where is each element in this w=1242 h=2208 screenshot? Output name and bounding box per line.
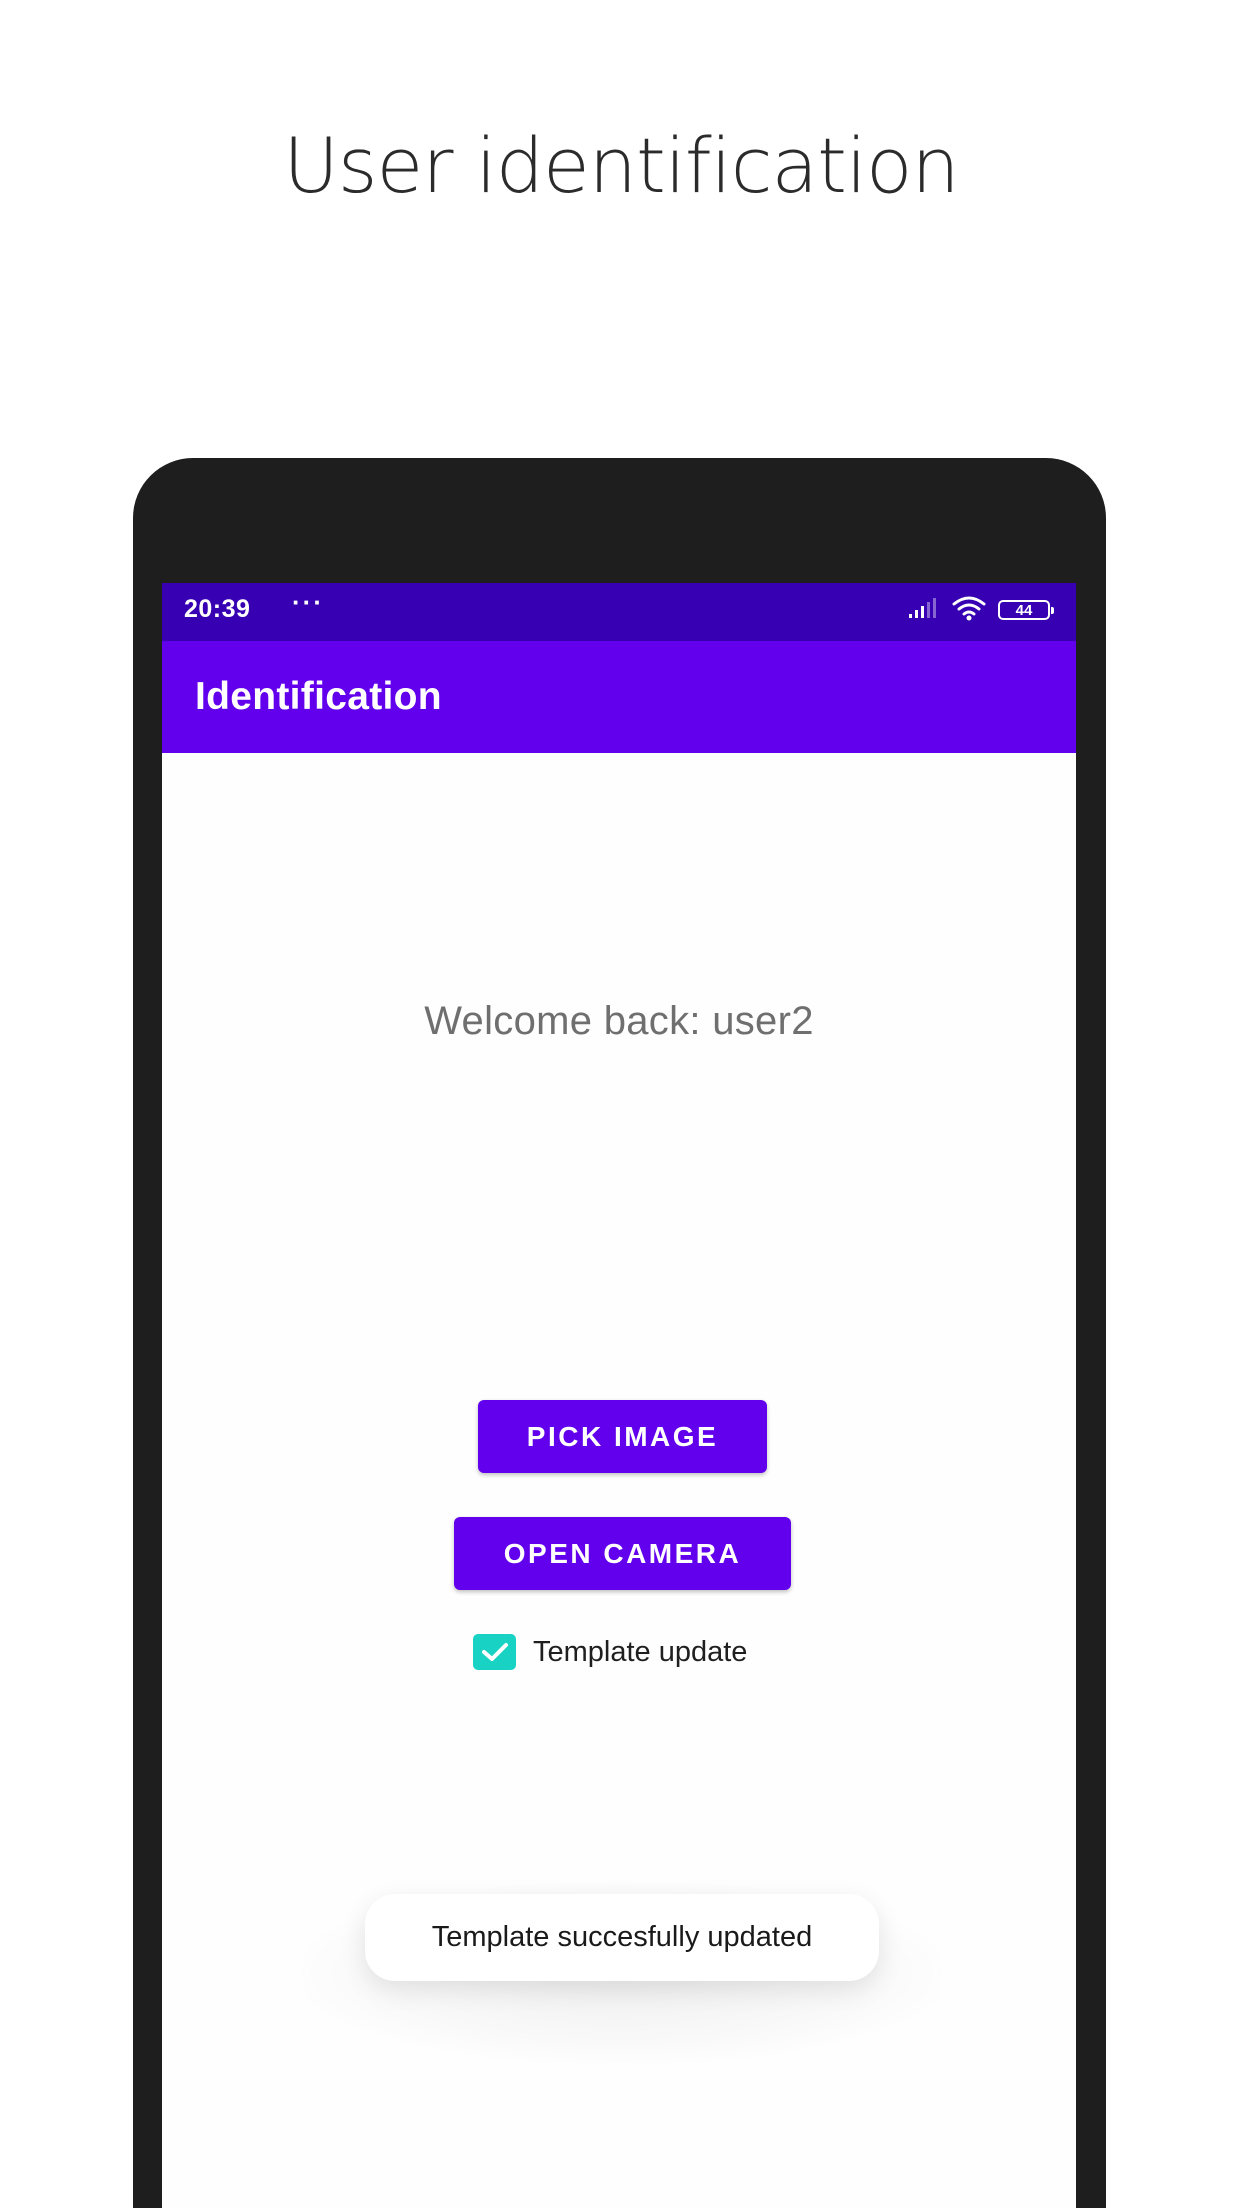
- app-bar-title: Identification: [195, 675, 442, 718]
- notification-dots: ···: [292, 587, 324, 617]
- wifi-icon: [952, 595, 986, 625]
- app-bar: Identification: [162, 641, 1076, 753]
- status-time: 20:39: [184, 595, 251, 623]
- toast-message: Template succesfully updated: [365, 1894, 879, 1981]
- signal-icon: [908, 597, 940, 623]
- pick-image-button[interactable]: PICK IMAGE: [478, 1400, 767, 1473]
- phone-screen: 20:39 ··· 44 Identification Welcome back…: [162, 583, 1076, 2208]
- welcome-text: Welcome back: user2: [424, 999, 814, 1043]
- template-update-row[interactable]: Template update: [473, 1633, 747, 1671]
- template-update-checkbox[interactable]: [473, 1634, 516, 1670]
- status-icons: 44: [908, 595, 1054, 625]
- page: User identification 20:39 ··· 44 Identif…: [0, 0, 1242, 2208]
- page-headline: User identification: [283, 121, 959, 210]
- battery-icon: 44: [998, 600, 1054, 620]
- template-update-label: Template update: [533, 1635, 748, 1668]
- open-camera-button[interactable]: OPEN CAMERA: [454, 1517, 791, 1590]
- status-bar: 20:39 ··· 44: [162, 583, 1076, 641]
- checkmark-icon: [481, 1643, 508, 1661]
